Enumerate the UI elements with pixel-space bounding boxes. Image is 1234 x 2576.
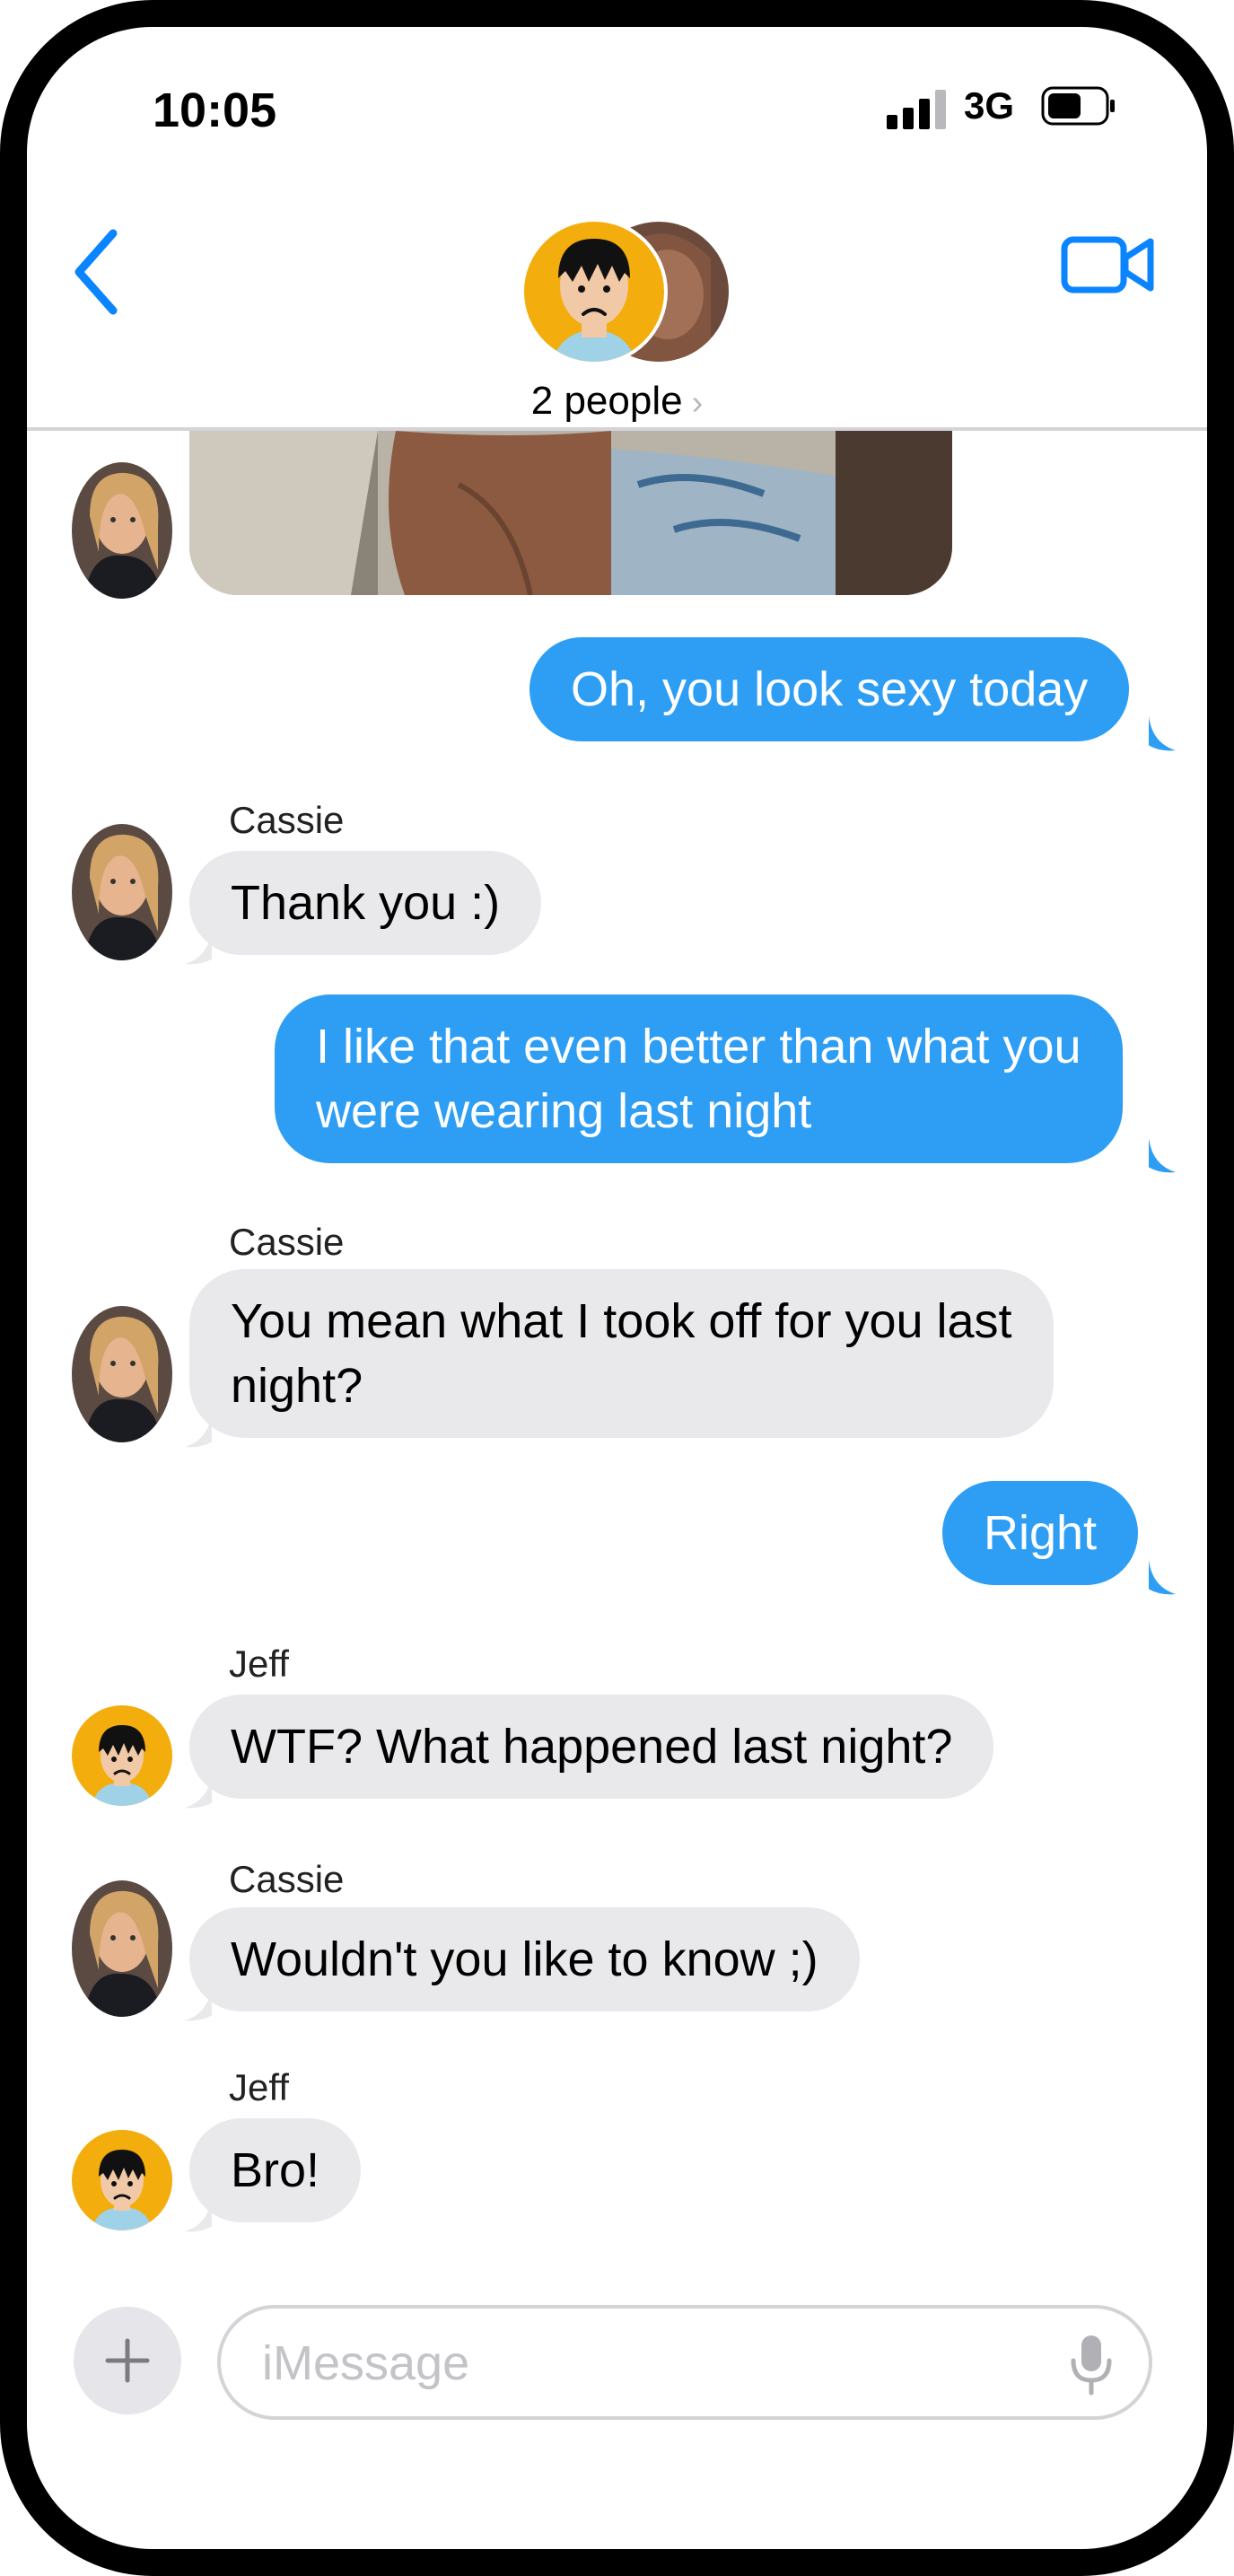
message-input[interactable] (262, 2332, 1034, 2395)
message-bubble-outgoing[interactable]: Oh, you look sexy today (529, 637, 1130, 741)
message-composer[interactable] (217, 2305, 1152, 2420)
sender-name: Jeff (229, 1643, 289, 1685)
bubble-tail (185, 1774, 212, 1809)
apps-plus-button[interactable] (74, 2307, 181, 2414)
sender-name: Jeff (229, 2066, 289, 2108)
cassie-avatar[interactable] (72, 824, 172, 960)
bubble-tail (185, 1413, 212, 1448)
network-type: 3G (964, 84, 1015, 127)
cassie-avatar[interactable] (72, 462, 172, 599)
bubble-tail (185, 930, 212, 965)
message-bubble-outgoing[interactable]: Right (942, 1481, 1139, 1585)
microphone-icon[interactable] (1064, 2332, 1118, 2396)
group-title-label: 2 people (530, 379, 683, 423)
message-line: You mean what I took off for you last (231, 1294, 1012, 1348)
message-line: were wearing last night (316, 1084, 812, 1138)
video-camera-icon[interactable] (1059, 229, 1158, 301)
bubble-tail (1149, 716, 1176, 751)
back-chevron-icon[interactable] (66, 223, 129, 321)
message-line: I like that even better than what you (316, 1020, 1081, 1073)
plus-icon (105, 2338, 150, 2383)
sender-name: Cassie (229, 1221, 345, 1263)
bubble-tail (1149, 1138, 1176, 1173)
signal-icon (887, 90, 946, 129)
screen: 10:05 3G 2 people › Oh, you look sexy to… (27, 27, 1207, 2549)
group-title[interactable]: 2 people › (27, 379, 1207, 424)
message-bubble-incoming[interactable]: Thank you :) (189, 851, 542, 955)
bubble-tail (185, 2197, 212, 2232)
message-bubble-outgoing[interactable]: I like that even better than what you we… (275, 994, 1123, 1163)
status-time: 10:05 (153, 83, 277, 137)
battery-icon (1041, 86, 1115, 126)
message-bubble-incoming[interactable]: Wouldn't you like to know ;) (189, 1907, 860, 2011)
cassie-avatar[interactable] (72, 1880, 172, 2017)
cassie-avatar[interactable] (72, 1306, 172, 1442)
sender-name: Cassie (229, 1858, 345, 1900)
bubble-tail (185, 1986, 212, 2021)
message-line: night? (231, 1359, 363, 1413)
message-bubble-incoming[interactable]: Bro! (189, 2118, 362, 2222)
message-bubble-incoming[interactable]: You mean what I took off for you last ni… (189, 1269, 1054, 1438)
sender-name: Cassie (229, 799, 345, 841)
group-avatar-stack[interactable] (521, 196, 738, 375)
jeff-avatar[interactable] (72, 2130, 172, 2230)
bubble-tail (1149, 1560, 1176, 1595)
jeff-avatar[interactable] (72, 1705, 172, 1806)
phone-frame: 10:05 3G 2 people › Oh, you look sexy to… (0, 0, 1234, 2576)
chevron-right-icon: › (691, 384, 704, 422)
message-bubble-incoming[interactable]: WTF? What happened last night? (189, 1695, 994, 1799)
photo-message[interactable] (189, 431, 952, 595)
